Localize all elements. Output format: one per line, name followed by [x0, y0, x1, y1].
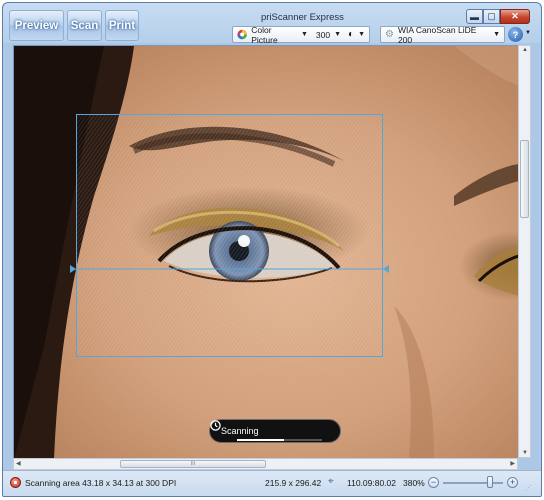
title-bar: Preview Scan Print priScanner Express ▬ … — [3, 3, 541, 45]
close-button[interactable]: ✕ — [500, 9, 530, 24]
dpi-select[interactable]: 300 — [316, 30, 330, 40]
gear-icon: ⚙ — [385, 29, 394, 40]
scan-preview-area[interactable]: Scanning — [13, 45, 518, 458]
scanning-indicator: Scanning — [209, 419, 341, 443]
contrast-icon[interactable]: ◐ — [348, 29, 354, 40]
status-bar: Scanning area 43.18 x 34.13 at 300 DPI 2… — [3, 470, 541, 496]
horizontal-scrollbar[interactable]: ◀ III ▶ — [13, 458, 518, 470]
crosshair-icon: ⌖ — [328, 476, 334, 487]
clock-icon — [210, 420, 221, 431]
scroll-right-icon[interactable]: ▶ — [510, 460, 515, 467]
scan-area-text: Scanning area 43.18 x 34.13 at 300 DPI — [25, 478, 177, 488]
help-icon[interactable]: ? — [508, 27, 523, 42]
chevron-down-icon[interactable]: ▼ — [525, 30, 531, 36]
scroll-down-icon[interactable]: ▼ — [522, 450, 528, 456]
cursor-position: 110.09:80.02 — [347, 478, 396, 488]
stop-icon[interactable] — [10, 477, 21, 488]
scan-progress-fill — [237, 439, 284, 441]
scanner-name: WIA CanoScan LiDE 200 — [397, 24, 477, 45]
chevron-down-icon[interactable]: ▼ — [334, 31, 341, 38]
minimize-button[interactable]: ▬ — [466, 9, 483, 24]
zoom-slider-thumb[interactable] — [487, 476, 493, 488]
vertical-scroll-thumb[interactable] — [520, 140, 529, 218]
window-title: priScanner Express — [261, 12, 344, 23]
maximize-button[interactable]: ▢ — [483, 9, 500, 24]
preview-image — [14, 46, 518, 458]
zoom-in-icon[interactable]: + — [507, 477, 518, 488]
zoom-slider-track[interactable] — [443, 482, 503, 484]
app-window: Preview Scan Print priScanner Express ▬ … — [2, 2, 542, 497]
resize-grip-icon[interactable]: ⋰ — [525, 484, 532, 492]
chevron-down-icon: ▼ — [493, 31, 500, 38]
scan-button[interactable]: Scan — [67, 10, 102, 41]
color-mode-select[interactable]: Color Picture — [251, 25, 297, 45]
zoom-out-icon[interactable]: − — [428, 477, 439, 488]
minimize-icon: ▬ — [470, 11, 479, 22]
vertical-scrollbar[interactable]: ▲ ▼ — [518, 45, 531, 458]
preview-button[interactable]: Preview — [9, 10, 64, 41]
scanning-label: Scanning — [221, 426, 259, 436]
scan-settings-bar: Color Picture ▼ 300 ▼ ◐ ▼ — [232, 25, 370, 45]
chevron-down-icon[interactable]: ▼ — [358, 31, 365, 38]
scanner-select[interactable]: ⚙ WIA CanoScan LiDE 200 ▼ — [380, 24, 505, 45]
page-dimensions: 215.9 x 296.42 — [265, 478, 322, 488]
close-icon: ✕ — [511, 11, 519, 21]
scroll-up-icon[interactable]: ▲ — [522, 47, 528, 53]
print-button[interactable]: Print — [105, 10, 139, 41]
maximize-icon: ▢ — [487, 11, 496, 21]
color-wheel-icon — [237, 29, 247, 40]
scan-progress-bar — [237, 439, 322, 441]
zoom-level: 380% — [403, 478, 425, 488]
chevron-down-icon[interactable]: ▼ — [301, 31, 308, 38]
scroll-left-icon[interactable]: ◀ — [16, 460, 21, 467]
horizontal-scroll-thumb[interactable]: III — [120, 460, 266, 468]
